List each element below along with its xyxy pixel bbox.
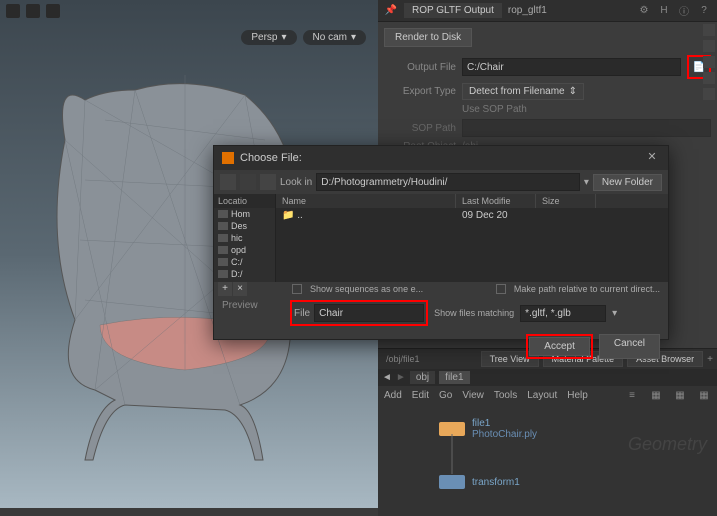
nav-back-icon[interactable]: ◄ — [382, 372, 392, 383]
graph-tool-icon[interactable]: ▦ — [697, 388, 711, 402]
file-label: File — [294, 308, 310, 319]
nav-up-icon[interactable] — [260, 174, 276, 190]
col-modified[interactable]: Last Modifie — [456, 194, 536, 208]
location-opd[interactable]: opd — [214, 244, 275, 256]
file-row-parent[interactable]: 📁 .. 09 Dec 20 — [276, 208, 668, 223]
sop-path-label: SOP Path — [384, 123, 456, 134]
node-graph-canvas[interactable]: Geometry file1 PhotoChair.ply transform1 — [378, 404, 717, 516]
output-file-label: Output File — [384, 62, 456, 73]
locations-header: Locatio — [214, 194, 275, 208]
show-sequences-checkbox[interactable] — [292, 284, 302, 294]
viewport-tool-icon[interactable] — [6, 4, 20, 18]
nav-fwd-icon[interactable]: ► — [396, 372, 406, 383]
add-location-button[interactable]: + — [218, 282, 232, 296]
menu-edit[interactable]: Edit — [412, 390, 429, 401]
export-type-dropdown[interactable]: Detect from Filename⇕ — [462, 83, 584, 100]
nav-fwd-icon[interactable] — [240, 174, 256, 190]
tool-icon[interactable] — [703, 40, 715, 52]
path-file1[interactable]: file1 — [439, 371, 469, 384]
node-transform1[interactable]: transform1 — [438, 474, 520, 490]
cancel-button[interactable]: Cancel — [599, 334, 660, 359]
remove-location-button[interactable]: × — [233, 282, 247, 296]
make-relative-label: Make path relative to current direct... — [514, 284, 660, 294]
menu-go[interactable]: Go — [439, 390, 452, 401]
menu-tools[interactable]: Tools — [494, 390, 517, 401]
show-sequences-label: Show sequences as one e... — [310, 284, 423, 294]
preview-label: Preview — [222, 300, 258, 311]
graph-tool-icon[interactable]: ▦ — [673, 388, 687, 402]
params-pin-icon[interactable]: 📌 — [384, 4, 398, 18]
help-icon[interactable]: ? — [697, 4, 711, 18]
output-file-input[interactable] — [462, 58, 681, 76]
node-graph-panel: /obj/file1 Tree View Material Palette As… — [378, 348, 717, 508]
file-list[interactable]: Name Last Modifie Size 📁 .. 09 Dec 20 — [276, 194, 668, 282]
tool-icon[interactable] — [703, 72, 715, 84]
col-size[interactable]: Size — [536, 194, 596, 208]
location-hic[interactable]: hic — [214, 232, 275, 244]
tool-icon[interactable] — [703, 24, 715, 36]
location-desktop[interactable]: Des — [214, 220, 275, 232]
viewport-tool-icon[interactable] — [26, 4, 40, 18]
pattern-dropdown-icon[interactable]: ▾ — [612, 308, 617, 319]
params-node-name: rop_gltf1 — [508, 5, 547, 16]
location-c-drive[interactable]: C:/ — [214, 256, 275, 268]
accept-button[interactable]: Accept — [529, 337, 590, 356]
menu-help[interactable]: Help — [567, 390, 588, 401]
history-dropdown-icon[interactable]: ▾ — [584, 177, 589, 188]
file-chooser-dialog: Choose File: ✕ Look in ▾ New Folder Loca… — [213, 145, 669, 340]
graph-tool-icon[interactable]: ▦ — [649, 388, 663, 402]
show-matching-label: Show files matching — [434, 308, 514, 318]
houdini-logo-icon — [222, 152, 234, 164]
viewport-tool-icon[interactable] — [46, 4, 60, 18]
persp-dropdown[interactable]: Persp▾ — [241, 30, 296, 45]
locations-sidebar: Locatio Hom Des hic opd C:/ D:/ +× — [214, 194, 276, 282]
location-d-drive[interactable]: D:/ — [214, 268, 275, 280]
path-obj[interactable]: obj — [410, 371, 435, 384]
camera-dropdown[interactable]: No cam▾ — [303, 30, 366, 45]
gear-icon[interactable]: ⚙ — [637, 4, 651, 18]
filename-input[interactable] — [314, 304, 424, 322]
close-button[interactable]: ✕ — [644, 150, 660, 166]
lookin-label: Look in — [280, 177, 312, 188]
matching-pattern-input[interactable] — [520, 305, 606, 322]
col-name[interactable]: Name — [276, 194, 456, 208]
menu-add[interactable]: Add — [384, 390, 402, 401]
lookin-path-input[interactable] — [316, 173, 580, 191]
export-type-label: Export Type — [384, 86, 456, 97]
tool-icon[interactable] — [703, 88, 715, 100]
houdini-icon[interactable]: H — [657, 4, 671, 18]
nav-back-icon[interactable] — [220, 174, 236, 190]
graph-tool-icon[interactable]: ≡ — [625, 388, 639, 402]
make-relative-checkbox[interactable] — [496, 284, 506, 294]
new-folder-button[interactable]: New Folder — [593, 174, 662, 191]
tool-icon[interactable] — [703, 56, 715, 68]
render-to-disk-button[interactable]: Render to Disk — [384, 28, 472, 47]
params-node-type: ROP GLTF Output — [404, 3, 502, 18]
menu-view[interactable]: View — [462, 390, 484, 401]
sop-path-input — [462, 119, 711, 137]
dialog-title: Choose File: — [240, 152, 302, 164]
use-sop-path-toggle[interactable]: Use SOP Path — [462, 104, 527, 115]
info-icon[interactable]: ⓘ — [677, 4, 691, 18]
graph-watermark: Geometry — [628, 434, 707, 455]
location-home[interactable]: Hom — [214, 208, 275, 220]
params-side-toolbar — [701, 22, 717, 102]
menu-layout[interactable]: Layout — [527, 390, 557, 401]
